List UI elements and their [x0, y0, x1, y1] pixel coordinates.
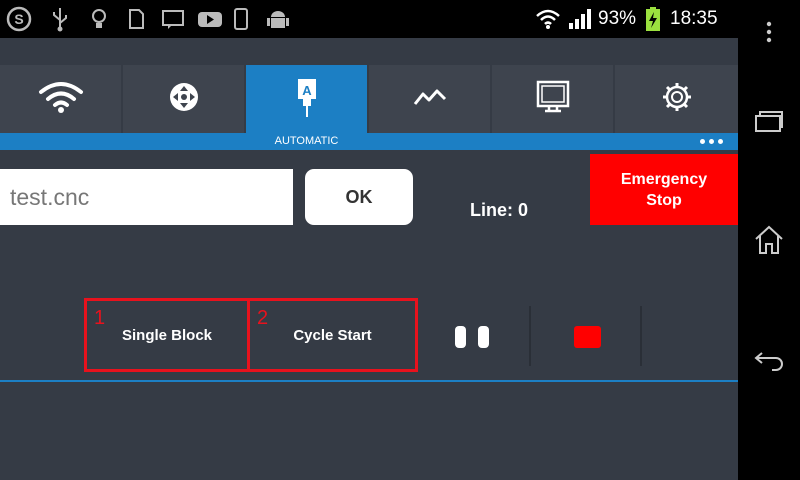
stop-button[interactable]	[574, 326, 601, 348]
cycle-start-button[interactable]: 2 Cycle Start	[247, 298, 418, 372]
chat-icon	[160, 6, 186, 32]
usb-icon	[50, 6, 70, 32]
home-button[interactable]	[738, 220, 800, 264]
youtube-icon	[196, 6, 224, 32]
back-arrow-icon	[752, 347, 786, 378]
control-divider	[529, 306, 531, 366]
tab-bar: A	[0, 65, 738, 133]
move-arrows-icon	[168, 81, 200, 118]
svg-text:A: A	[302, 83, 312, 98]
overflow-menu-button[interactable]	[738, 16, 800, 52]
phone-icon	[232, 6, 250, 32]
wifi-signal-icon	[535, 6, 561, 32]
android-icon	[265, 6, 291, 32]
svg-text:S: S	[14, 11, 23, 27]
emergency-label: Emergency	[620, 170, 708, 188]
emergency-stop-button[interactable]: Emergency Stop	[590, 154, 738, 225]
file-name-input[interactable]	[0, 169, 293, 225]
wifi-icon	[38, 80, 84, 119]
battery-percent: 93%	[598, 8, 637, 29]
lightbulb-icon	[88, 6, 110, 32]
system-nav-bar	[738, 0, 800, 480]
gear-icon	[661, 81, 693, 118]
automatic-icon: A	[295, 75, 319, 124]
cycle-start-label: Cycle Start	[293, 326, 372, 344]
chart-icon	[413, 87, 447, 112]
back-button[interactable]	[738, 340, 800, 384]
home-icon	[752, 224, 786, 261]
tab-label-automatic: AUTOMATIC	[274, 135, 339, 147]
tab-graph[interactable]	[369, 65, 490, 133]
control-divider	[640, 306, 642, 366]
tab-automatic[interactable]: A	[246, 65, 367, 133]
pause-button[interactable]	[455, 326, 489, 348]
line-counter: Line: 0	[470, 200, 529, 220]
more-vertical-icon	[765, 20, 773, 49]
stop-label: Stop	[646, 191, 682, 209]
tab-display[interactable]	[492, 65, 613, 133]
sd-card-icon	[126, 6, 146, 32]
app-content: A AUTOMATIC OK Line: 0 Emergency Stop 1	[0, 38, 738, 480]
single-block-label: Single Block	[121, 326, 213, 344]
tab-network[interactable]	[0, 65, 121, 133]
recent-apps-button[interactable]	[738, 100, 800, 144]
status-time: 18:35	[670, 8, 718, 29]
monitor-icon	[535, 80, 571, 119]
ok-button[interactable]: OK	[305, 169, 413, 225]
section-divider	[0, 380, 738, 382]
status-bar: S 93% 18:35	[0, 0, 738, 38]
skype-icon: S	[6, 6, 32, 32]
single-block-button[interactable]: 1 Single Block	[84, 298, 250, 372]
tab-settings[interactable]	[615, 65, 738, 133]
recent-apps-icon	[752, 107, 786, 138]
more-dots-icon[interactable]	[700, 133, 723, 150]
battery-charging-icon	[645, 6, 661, 32]
tab-jog[interactable]	[123, 65, 244, 133]
tab-accent-bar	[0, 133, 738, 150]
cell-signal-icon	[566, 6, 592, 32]
pause-icon	[455, 326, 466, 348]
